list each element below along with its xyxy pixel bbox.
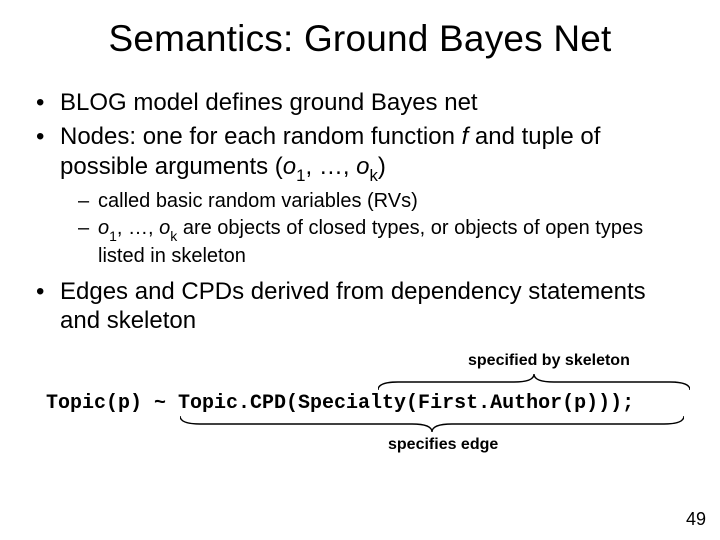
sub-1-text: called basic random variables (RVs) xyxy=(98,190,418,212)
bullet-3: Edges and CPDs derived from dependency s… xyxy=(34,277,692,337)
code-annotation-area: specified by skeleton Topic(p) ~ Topic.C… xyxy=(28,354,692,464)
sub-2: o1, …, ok are objects of closed types, o… xyxy=(78,216,692,269)
bullet-2-part-a: Nodes: one for each random function xyxy=(60,123,462,150)
brace-bottom-icon xyxy=(180,416,684,432)
bullet-1: BLOG model defines ground Bayes net xyxy=(34,88,692,118)
sub-list: called basic random variables (RVs) o1, … xyxy=(78,189,692,269)
sub-2-ok: o xyxy=(159,217,170,239)
sub-2-subk: k xyxy=(170,228,177,244)
annotation-top: specified by skeleton xyxy=(468,352,630,370)
sub-2-sub1: 1 xyxy=(109,228,117,244)
sub-1: called basic random variables (RVs) xyxy=(78,189,692,214)
bullet-2-mid: , …, xyxy=(305,153,356,180)
bullet-2: Nodes: one for each random function f an… xyxy=(34,122,692,269)
bullet-2-o1: o xyxy=(283,153,296,180)
page-number: 49 xyxy=(686,509,706,530)
sub-2-rest: are objects of closed types, or objects … xyxy=(98,217,643,267)
code-line: Topic(p) ~ Topic.CPD(Specialty(First.Aut… xyxy=(46,392,634,415)
sub-2-mid: , …, xyxy=(117,217,159,239)
slide-title: Semantics: Ground Bayes Net xyxy=(28,18,692,60)
bullet-3-text: Edges and CPDs derived from dependency s… xyxy=(60,278,646,335)
bullet-2-subk: k xyxy=(370,166,378,185)
brace-top-icon xyxy=(378,374,690,390)
annotation-bottom: specifies edge xyxy=(388,436,498,454)
bullet-1-text: BLOG model defines ground Bayes net xyxy=(60,89,478,116)
bullet-list: BLOG model defines ground Bayes net Node… xyxy=(34,88,692,336)
bullet-2-sub1: 1 xyxy=(296,166,305,185)
bullet-2-end: ) xyxy=(378,153,386,180)
sub-2-o1: o xyxy=(98,217,109,239)
bullet-2-ok: o xyxy=(356,153,369,180)
